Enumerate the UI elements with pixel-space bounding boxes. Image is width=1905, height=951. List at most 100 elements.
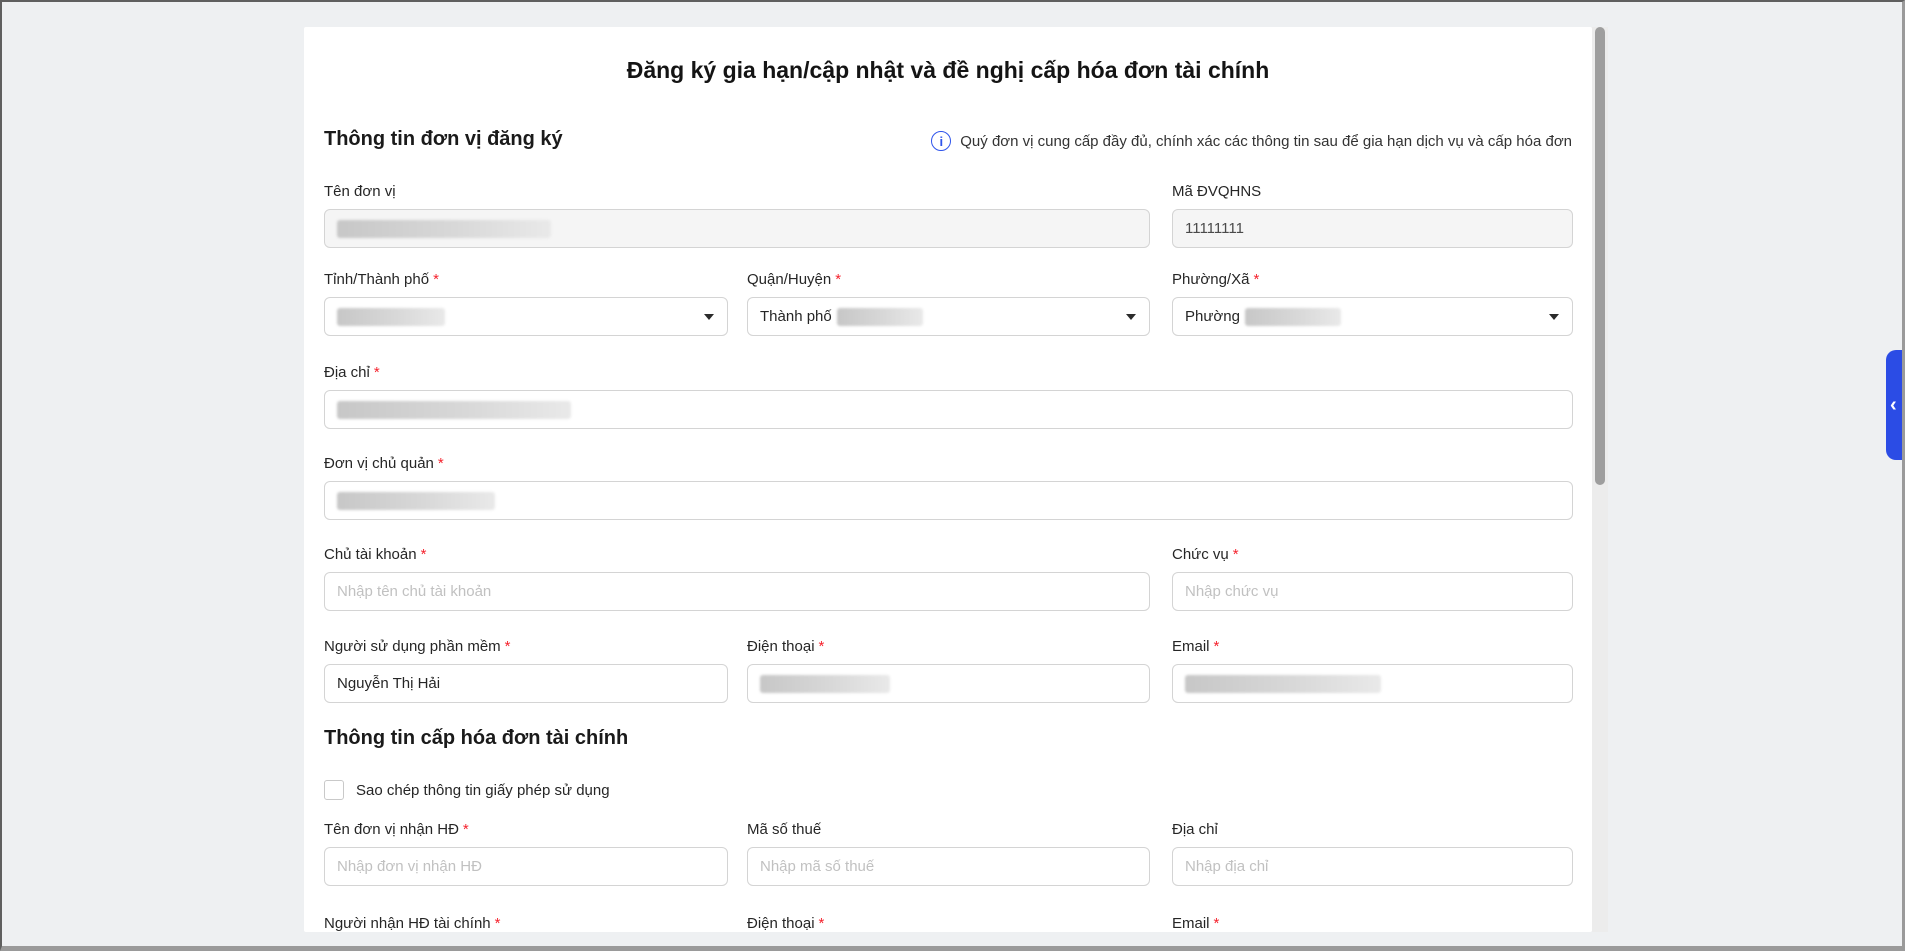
redacted-value	[1245, 308, 1341, 326]
label-text: Phường/Xã	[1172, 271, 1249, 288]
field-label-tinh-thanh-pho: Tỉnh/Thành phố*	[324, 270, 728, 290]
field-label-phuong-xa: Phường/Xã*	[1172, 270, 1573, 290]
field-label-dia-chi-hd: Địa chỉ	[1172, 820, 1573, 840]
label-text: Chức vụ	[1172, 546, 1229, 563]
redacted-value	[837, 308, 923, 326]
copy-license-row: Sao chép thông tin giấy phép sử dụng	[324, 780, 610, 800]
label-text: Điện thoại	[747, 915, 815, 932]
tinh-thanh-pho-select[interactable]	[324, 297, 728, 336]
scrollbar-track[interactable]	[1592, 27, 1608, 932]
field-label-email: Email*	[1172, 637, 1573, 657]
field-quan-huyen: Quận/Huyện* Thành phố	[747, 270, 1150, 336]
field-chu-tai-khoan: Chủ tài khoản*	[324, 545, 1150, 611]
dia-chi-input[interactable]	[324, 390, 1573, 429]
label-text: Tỉnh/Thành phố	[324, 271, 429, 288]
field-label-dien-thoai-hd: Điện thoại*	[747, 914, 1150, 932]
page-background: Đăng ký gia hạn/cập nhật và đề nghị cấp …	[0, 0, 1905, 951]
required-asterisk: *	[433, 271, 439, 288]
redacted-value	[1185, 675, 1381, 693]
label-text: Người sử dụng phần mềm	[324, 638, 501, 655]
label-text: Email	[1172, 638, 1210, 655]
email-input[interactable]	[1172, 664, 1573, 703]
chu-tai-khoan-input[interactable]	[324, 572, 1150, 611]
label-text: Mã ĐVQHNS	[1172, 183, 1261, 200]
field-label-chu-tai-khoan: Chủ tài khoản*	[324, 545, 1150, 565]
label-text: Mã số thuế	[747, 821, 821, 838]
label-text: Địa chỉ	[324, 364, 370, 381]
required-asterisk: *	[1214, 915, 1220, 932]
info-note-text: Quý đơn vị cung cấp đầy đủ, chính xác cá…	[960, 133, 1572, 150]
section-heading-unit-info: Thông tin đơn vị đăng ký	[324, 128, 563, 151]
field-ma-so-thue: Mã số thuế	[747, 820, 1150, 886]
ten-don-vi-input[interactable]	[324, 209, 1150, 248]
label-text: Quận/Huyện	[747, 271, 831, 288]
field-email: Email*	[1172, 637, 1573, 703]
phuong-xa-select[interactable]: Phường	[1172, 297, 1573, 336]
dia-chi-hd-input[interactable]	[1172, 847, 1573, 886]
required-asterisk: *	[463, 821, 469, 838]
field-dien-thoai: Điện thoại*	[747, 637, 1150, 703]
ten-don-vi-nhan-hd-input[interactable]	[324, 847, 728, 886]
scrollbar-thumb[interactable]	[1595, 27, 1605, 485]
field-nguoi-nhan-hd: Người nhận HĐ tài chính*	[324, 914, 728, 932]
field-label-dien-thoai: Điện thoại*	[747, 637, 1150, 657]
field-ten-don-vi-nhan-hd: Tên đơn vị nhận HĐ*	[324, 820, 728, 886]
field-label-nguoi-nhan-hd: Người nhận HĐ tài chính*	[324, 914, 728, 932]
required-asterisk: *	[1253, 271, 1259, 288]
redacted-value	[760, 675, 890, 693]
required-asterisk: *	[819, 638, 825, 655]
required-asterisk: *	[835, 271, 841, 288]
field-don-vi-chu-quan: Đơn vị chủ quản*	[324, 454, 1573, 520]
required-asterisk: *	[421, 546, 427, 563]
label-text: Đơn vị chủ quản	[324, 455, 434, 472]
field-chuc-vu: Chức vụ*	[1172, 545, 1573, 611]
ma-dvqhns-input[interactable]: 11111111	[1172, 209, 1573, 248]
ma-so-thue-input[interactable]	[747, 847, 1150, 886]
required-asterisk: *	[438, 455, 444, 472]
nguoi-su-dung-input[interactable]	[324, 664, 728, 703]
field-label-ten-don-vi-nhan-hd: Tên đơn vị nhận HĐ*	[324, 820, 728, 840]
chevron-down-icon	[1549, 314, 1559, 320]
section-heading-invoice-info: Thông tin cấp hóa đơn tài chính	[324, 727, 628, 750]
info-icon: i	[931, 131, 951, 151]
copy-license-label[interactable]: Sao chép thông tin giấy phép sử dụng	[356, 782, 610, 799]
required-asterisk: *	[1233, 546, 1239, 563]
chevron-down-icon	[1126, 314, 1136, 320]
field-label-chuc-vu: Chức vụ*	[1172, 545, 1573, 565]
field-label-email-hd: Email*	[1172, 914, 1573, 932]
copy-license-checkbox[interactable]	[324, 780, 344, 800]
field-label-ma-so-thue: Mã số thuế	[747, 820, 1150, 840]
phuong-xa-value-prefix: Phường	[1185, 308, 1240, 325]
label-text: Email	[1172, 915, 1210, 932]
redacted-value	[337, 220, 551, 238]
field-nguoi-su-dung: Người sử dụng phần mềm*	[324, 637, 728, 703]
field-tinh-thanh-pho: Tỉnh/Thành phố*	[324, 270, 728, 336]
form-card: Đăng ký gia hạn/cập nhật và đề nghị cấp …	[304, 27, 1592, 932]
label-text: Tên đơn vị nhận HĐ	[324, 821, 459, 838]
dien-thoai-input[interactable]	[747, 664, 1150, 703]
required-asterisk: *	[505, 638, 511, 655]
required-asterisk: *	[495, 915, 501, 932]
page-title: Đăng ký gia hạn/cập nhật và đề nghị cấp …	[304, 57, 1592, 84]
field-dia-chi-hd: Địa chỉ	[1172, 820, 1573, 886]
ma-dvqhns-value: 11111111	[1185, 220, 1244, 237]
field-email-hd: Email*	[1172, 914, 1573, 932]
field-ma-dvqhns: Mã ĐVQHNS 11111111	[1172, 182, 1573, 248]
field-label-quan-huyen: Quận/Huyện*	[747, 270, 1150, 290]
label-text: Tên đơn vị	[324, 183, 396, 200]
chuc-vu-input[interactable]	[1172, 572, 1573, 611]
don-vi-chu-quan-input[interactable]	[324, 481, 1573, 520]
side-panel-toggle[interactable]: ‹	[1886, 350, 1905, 460]
field-label-ma-dvqhns: Mã ĐVQHNS	[1172, 182, 1573, 202]
quan-huyen-value-prefix: Thành phố	[760, 308, 832, 325]
quan-huyen-select[interactable]: Thành phố	[747, 297, 1150, 336]
label-text: Chủ tài khoản	[324, 546, 417, 563]
field-label-dia-chi: Địa chỉ*	[324, 363, 1573, 383]
label-text: Người nhận HĐ tài chính	[324, 915, 491, 932]
label-text: Điện thoại	[747, 638, 815, 655]
label-text: Địa chỉ	[1172, 821, 1218, 838]
info-note: i Quý đơn vị cung cấp đầy đủ, chính xác …	[931, 131, 1572, 151]
redacted-value	[337, 308, 445, 326]
field-label-nguoi-su-dung: Người sử dụng phần mềm*	[324, 637, 728, 657]
field-phuong-xa: Phường/Xã* Phường	[1172, 270, 1573, 336]
